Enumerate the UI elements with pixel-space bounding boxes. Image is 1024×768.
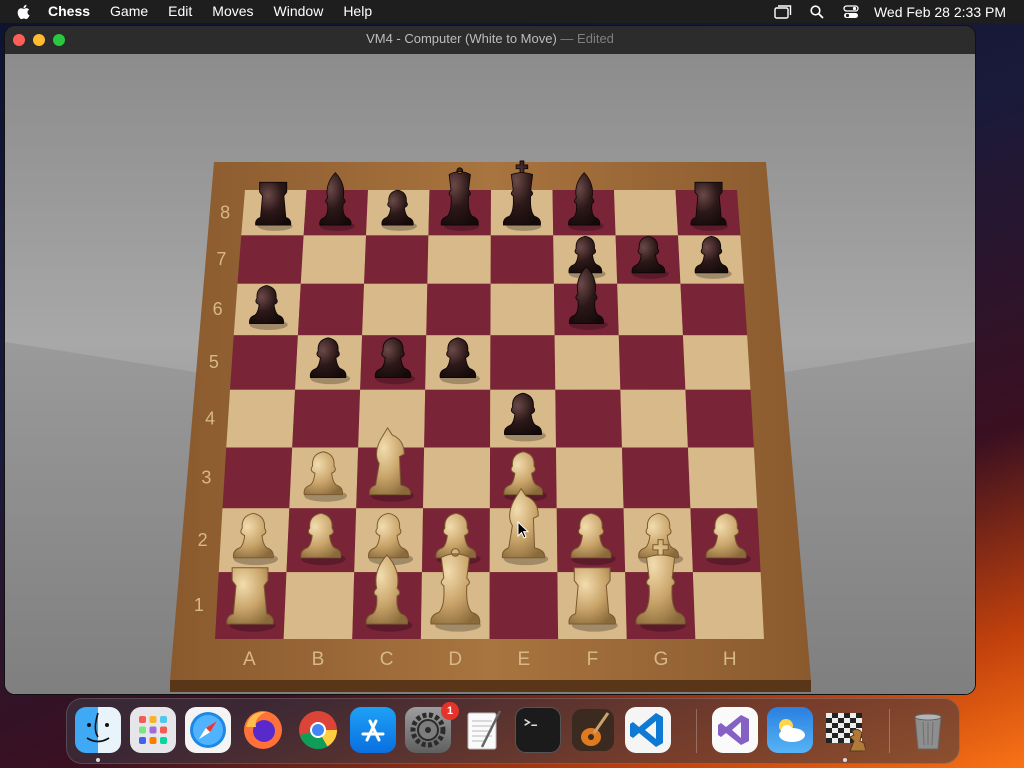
- board-square-h1[interactable]: [692, 572, 764, 639]
- window-switcher-icon[interactable]: [774, 4, 792, 19]
- board-square-b7[interactable]: [300, 235, 367, 284]
- board-scene: 8 7 6 5 4 3 2 1 A B C D E F G H: [5, 54, 975, 694]
- chess-board-3d[interactable]: 8 7 6 5 4 3 2 1 A B C D E F G H: [5, 54, 975, 694]
- file-label: G: [654, 649, 669, 670]
- menu-game[interactable]: Game: [100, 0, 158, 23]
- window-title: VM4 - Computer (White to Move) — Edited: [5, 26, 975, 52]
- rank-label: 8: [220, 202, 230, 222]
- board-square-h3[interactable]: [687, 447, 758, 509]
- board-square-f4[interactable]: [555, 389, 622, 448]
- board-squares: [215, 190, 764, 639]
- board-square-d4[interactable]: [424, 389, 491, 448]
- apple-logo-icon[interactable]: [14, 0, 34, 23]
- menu-edit[interactable]: Edit: [158, 0, 202, 23]
- board-square-e6[interactable]: [490, 283, 555, 336]
- system-settings-badge: 1: [441, 702, 459, 720]
- textedit-icon[interactable]: [460, 707, 506, 753]
- board-square-d7[interactable]: [427, 235, 491, 284]
- file-label: C: [380, 649, 394, 670]
- board-square-b1[interactable]: [283, 572, 355, 639]
- file-label: H: [723, 649, 737, 670]
- file-label: A: [243, 649, 256, 670]
- board-square-b4[interactable]: [292, 389, 361, 448]
- rank-label: 4: [205, 408, 215, 428]
- dock: 1: [66, 698, 960, 764]
- menu-clock[interactable]: Wed Feb 28 2:33 PM: [874, 4, 1006, 20]
- board-square-e7[interactable]: [490, 235, 554, 284]
- search-icon[interactable]: [808, 4, 826, 19]
- board-square-g5[interactable]: [618, 335, 686, 390]
- board-square-a4[interactable]: [226, 389, 296, 448]
- firefox-icon[interactable]: [240, 707, 286, 753]
- board-square-a3[interactable]: [222, 447, 293, 509]
- menu-window[interactable]: Window: [264, 0, 334, 23]
- rank-label: 6: [213, 299, 223, 319]
- board-square-d6[interactable]: [426, 283, 491, 336]
- board-square-c6[interactable]: [362, 283, 428, 336]
- board-square-e5[interactable]: [490, 335, 556, 390]
- board-square-f5[interactable]: [554, 335, 621, 390]
- file-label: F: [587, 649, 599, 670]
- board-square-h5[interactable]: [682, 335, 751, 390]
- trash-icon[interactable]: [905, 707, 951, 753]
- window-title-text: VM4 - Computer (White to Move): [366, 31, 557, 46]
- file-label: B: [312, 649, 325, 670]
- garageband-icon[interactable]: [570, 707, 616, 753]
- finder-icon[interactable]: [75, 707, 121, 753]
- file-label: E: [517, 649, 530, 670]
- board-square-f3[interactable]: [556, 447, 624, 509]
- board-square-g3[interactable]: [621, 447, 691, 509]
- vscode-icon[interactable]: [625, 707, 671, 753]
- app-store-icon[interactable]: [350, 707, 396, 753]
- board-square-g4[interactable]: [620, 389, 688, 448]
- weather-icon[interactable]: [767, 707, 813, 753]
- menu-bar: Chess Game Edit Moves Window Help Wed Fe…: [0, 0, 1024, 23]
- board-square-a5[interactable]: [230, 335, 298, 390]
- board-square-h6[interactable]: [680, 283, 748, 336]
- board-square-h4[interactable]: [685, 389, 754, 448]
- safari-icon[interactable]: [185, 707, 231, 753]
- board-square-g8[interactable]: [614, 190, 678, 236]
- dock-separator: [889, 709, 890, 753]
- chess-icon[interactable]: [822, 707, 868, 753]
- chess-window: VM4 - Computer (White to Move) — Edited: [5, 26, 975, 694]
- chess-running-dot: [843, 758, 847, 762]
- board-square-d3[interactable]: [423, 447, 491, 509]
- window-edited-label: Edited: [577, 31, 614, 46]
- rank-label: 7: [216, 249, 226, 269]
- board-square-c7[interactable]: [364, 235, 429, 284]
- file-label: D: [448, 649, 462, 670]
- rank-label: 1: [194, 595, 204, 615]
- chrome-icon[interactable]: [295, 707, 341, 753]
- menu-help[interactable]: Help: [333, 0, 382, 23]
- board-square-b6[interactable]: [297, 283, 365, 336]
- rank-label: 2: [198, 530, 208, 550]
- menu-moves[interactable]: Moves: [202, 0, 263, 23]
- board-square-e1[interactable]: [489, 572, 559, 639]
- terminal-icon[interactable]: [515, 707, 561, 753]
- finder-running-dot: [96, 758, 100, 762]
- rank-label: 5: [209, 352, 219, 372]
- board-square-g6[interactable]: [617, 283, 683, 336]
- dock-separator: [696, 709, 697, 753]
- window-titlebar[interactable]: VM4 - Computer (White to Move) — Edited: [5, 26, 975, 55]
- launchpad-icon[interactable]: [130, 707, 176, 753]
- board-frame-edge: [170, 680, 811, 692]
- board-square-a7[interactable]: [237, 235, 304, 284]
- control-center-icon[interactable]: [842, 4, 860, 19]
- window-title-separator: —: [560, 31, 574, 46]
- visual-studio-icon[interactable]: [712, 707, 758, 753]
- rank-label: 3: [201, 467, 211, 487]
- menu-app-name[interactable]: Chess: [38, 0, 100, 23]
